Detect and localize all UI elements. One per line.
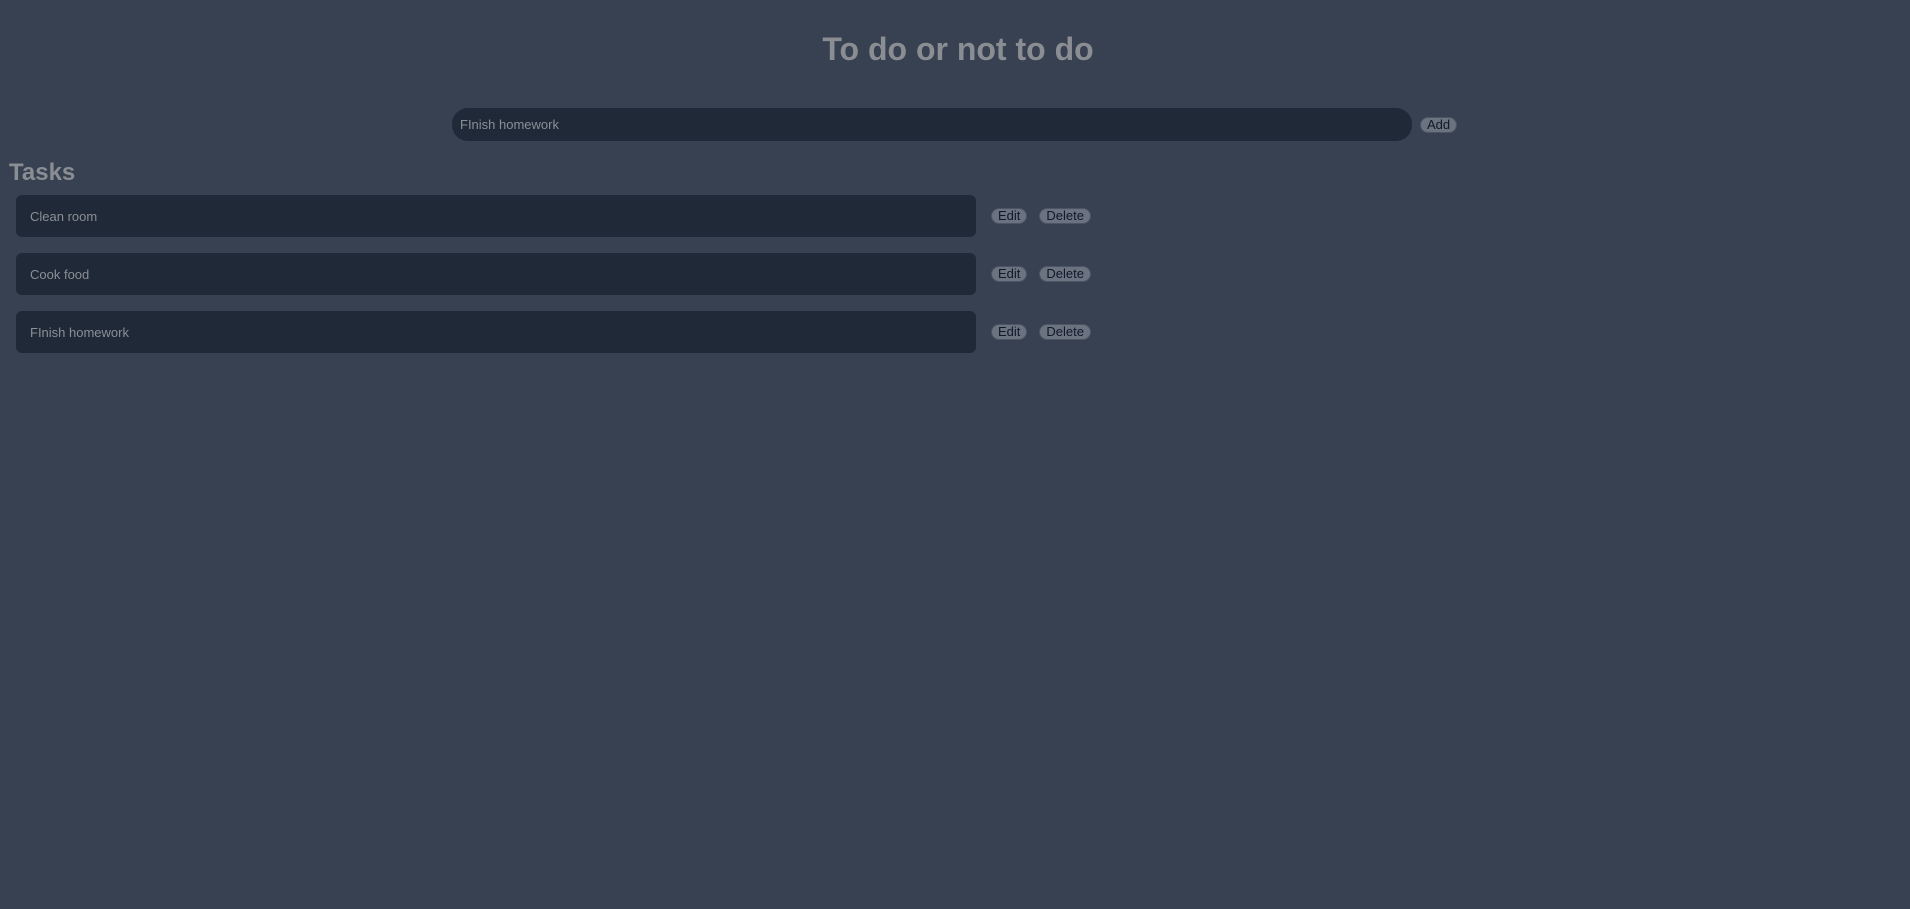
delete-button[interactable]: Delete	[1039, 266, 1091, 282]
tasks-heading: Tasks	[9, 159, 76, 186]
app-title: To do or not to do	[822, 31, 1094, 67]
task-list: Clean room Edit Delete Cook food Edit De…	[16, 195, 1091, 369]
task-item: Clean room Edit Delete	[16, 195, 1091, 237]
task-text: FInish homework	[16, 311, 976, 353]
new-task-input[interactable]	[452, 108, 1412, 141]
task-text: Clean room	[16, 195, 976, 237]
edit-button[interactable]: Edit	[991, 324, 1028, 340]
delete-button[interactable]: Delete	[1039, 208, 1091, 224]
delete-button[interactable]: Delete	[1039, 324, 1091, 340]
add-button[interactable]: Add	[1420, 116, 1458, 133]
edit-button[interactable]: Edit	[991, 208, 1028, 224]
task-text: Cook food	[16, 253, 976, 295]
task-item: Cook food Edit Delete	[16, 253, 1091, 295]
add-task-form: Add	[452, 108, 1458, 141]
edit-button[interactable]: Edit	[991, 266, 1028, 282]
task-item: FInish homework Edit Delete	[16, 311, 1091, 353]
